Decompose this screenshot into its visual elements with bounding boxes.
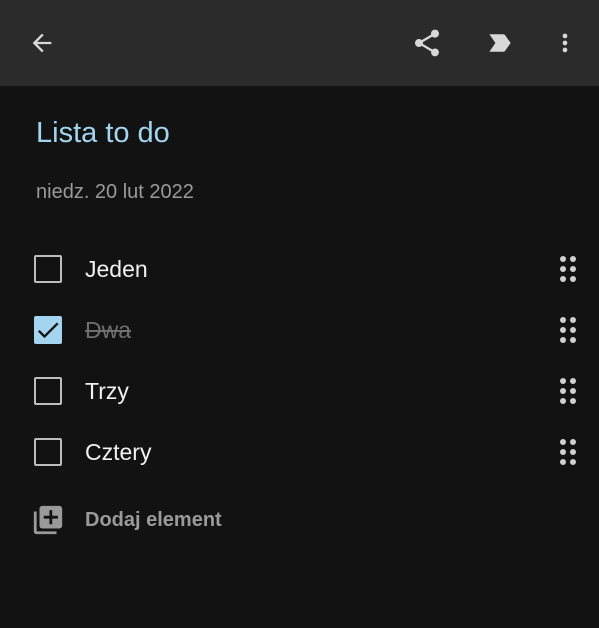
more-vert-icon <box>562 33 568 53</box>
drag-handle-icon[interactable] <box>556 253 580 285</box>
list-item: Trzy <box>0 363 599 419</box>
list-item: Jeden <box>0 241 599 297</box>
list-item: Cztery <box>0 424 599 480</box>
item-label[interactable]: Jeden <box>85 255 148 283</box>
item-label[interactable]: Dwa <box>85 316 131 344</box>
drag-handle-icon[interactable] <box>556 436 580 468</box>
drag-handle-icon[interactable] <box>556 314 580 346</box>
top-toolbar <box>0 0 599 86</box>
item-checkbox[interactable] <box>34 438 62 466</box>
drag-handle-icon[interactable] <box>556 375 580 407</box>
list-item: Dwa <box>0 302 599 358</box>
label-button[interactable] <box>476 19 524 67</box>
share-button[interactable] <box>403 19 451 67</box>
more-options-button[interactable] <box>541 19 589 67</box>
item-label[interactable]: Cztery <box>85 438 151 466</box>
share-icon <box>415 29 439 57</box>
back-arrow-icon <box>32 33 52 53</box>
add-item-button[interactable]: Dodaj element <box>0 498 599 542</box>
item-label[interactable]: Trzy <box>85 377 129 405</box>
add-item-label: Dodaj element <box>85 509 222 531</box>
check-icon <box>37 322 59 339</box>
item-checkbox[interactable] <box>34 377 62 405</box>
item-checkbox[interactable] <box>34 255 62 283</box>
add-item-icon <box>33 505 63 535</box>
item-checkbox-checked[interactable] <box>34 316 62 344</box>
back-button[interactable] <box>18 19 66 67</box>
label-icon <box>489 34 511 52</box>
note-date: niedz. 20 lut 2022 <box>36 181 194 203</box>
note-title[interactable]: Lista to do <box>36 114 170 152</box>
note-editor-screen: Lista to do niedz. 20 lut 2022 Jeden Dwa… <box>0 0 599 628</box>
